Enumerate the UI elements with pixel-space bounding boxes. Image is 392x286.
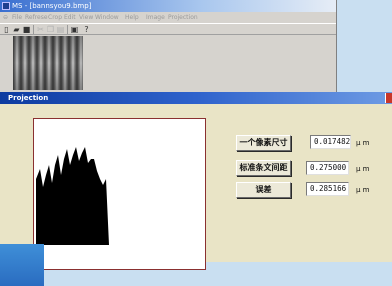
menu-image[interactable]: Image bbox=[146, 12, 165, 23]
dialog-title: Projection bbox=[8, 94, 49, 102]
menu-file[interactable]: File bbox=[12, 12, 22, 23]
cut-icon[interactable]: ✂ bbox=[36, 25, 45, 34]
print-icon[interactable]: ▣ bbox=[70, 25, 79, 34]
copy-icon[interactable]: ❐ bbox=[46, 25, 55, 34]
main-window: MS - [bannsyou9.bmp] ⊖ File Refrese Crop… bbox=[0, 0, 337, 92]
main-titlebar[interactable]: MS - [bannsyou9.bmp] bbox=[0, 0, 336, 12]
menu-refrese[interactable]: Refrese bbox=[25, 12, 48, 23]
dialog-titlebar[interactable]: Projection bbox=[0, 92, 392, 104]
pixel-size-unit: μ m bbox=[356, 139, 370, 147]
new-file-icon[interactable]: ▯ bbox=[2, 25, 11, 34]
pixel-size-field[interactable]: 0.017482 bbox=[310, 135, 351, 149]
close-icon[interactable] bbox=[385, 93, 392, 103]
menu-view[interactable]: View bbox=[79, 12, 93, 23]
standard-spacing-button[interactable]: 标准条文间距 bbox=[236, 160, 291, 176]
save-icon[interactable]: ■ bbox=[22, 25, 31, 34]
main-window-title: MS - [bannsyou9.bmp] bbox=[12, 2, 92, 10]
projection-dialog: Projection 一个像素尺寸 0.017482 μ m 标准条文间距 0.… bbox=[0, 92, 392, 270]
menu-help[interactable]: Help bbox=[125, 12, 139, 23]
menu-icon[interactable]: ⊖ bbox=[3, 12, 8, 23]
projection-canvas bbox=[33, 118, 206, 270]
menubar: ⊖ File Refrese Crop Edit View Window Hel… bbox=[0, 12, 336, 23]
menu-window[interactable]: Window bbox=[95, 12, 119, 23]
error-button[interactable]: 误差 bbox=[236, 182, 291, 198]
error-field[interactable]: 0.285166 bbox=[306, 182, 349, 196]
toolbar-separator bbox=[67, 25, 68, 34]
toolbar-separator bbox=[33, 25, 34, 34]
standard-spacing-unit: μ m bbox=[356, 165, 370, 173]
menu-projection[interactable]: Projection bbox=[168, 12, 198, 23]
open-folder-icon[interactable]: ▰ bbox=[12, 25, 21, 34]
app-icon bbox=[2, 2, 10, 10]
standard-spacing-field[interactable]: 0.275000 bbox=[306, 161, 349, 175]
toolbar: ▯ ▰ ■ ✂ ❐ ▤ ▣ ? bbox=[0, 23, 336, 35]
help-icon[interactable]: ? bbox=[82, 25, 91, 34]
projection-profile-shape bbox=[36, 147, 109, 245]
projection-profile bbox=[36, 147, 109, 245]
error-unit: μ m bbox=[356, 186, 370, 194]
menu-edit[interactable]: Edit bbox=[64, 12, 76, 23]
taskbar-fragment bbox=[0, 244, 44, 286]
menu-crop[interactable]: Crop bbox=[48, 12, 62, 23]
pixel-size-button[interactable]: 一个像素尺寸 bbox=[236, 135, 291, 151]
paste-icon[interactable]: ▤ bbox=[56, 25, 65, 34]
image-preview bbox=[13, 36, 83, 90]
